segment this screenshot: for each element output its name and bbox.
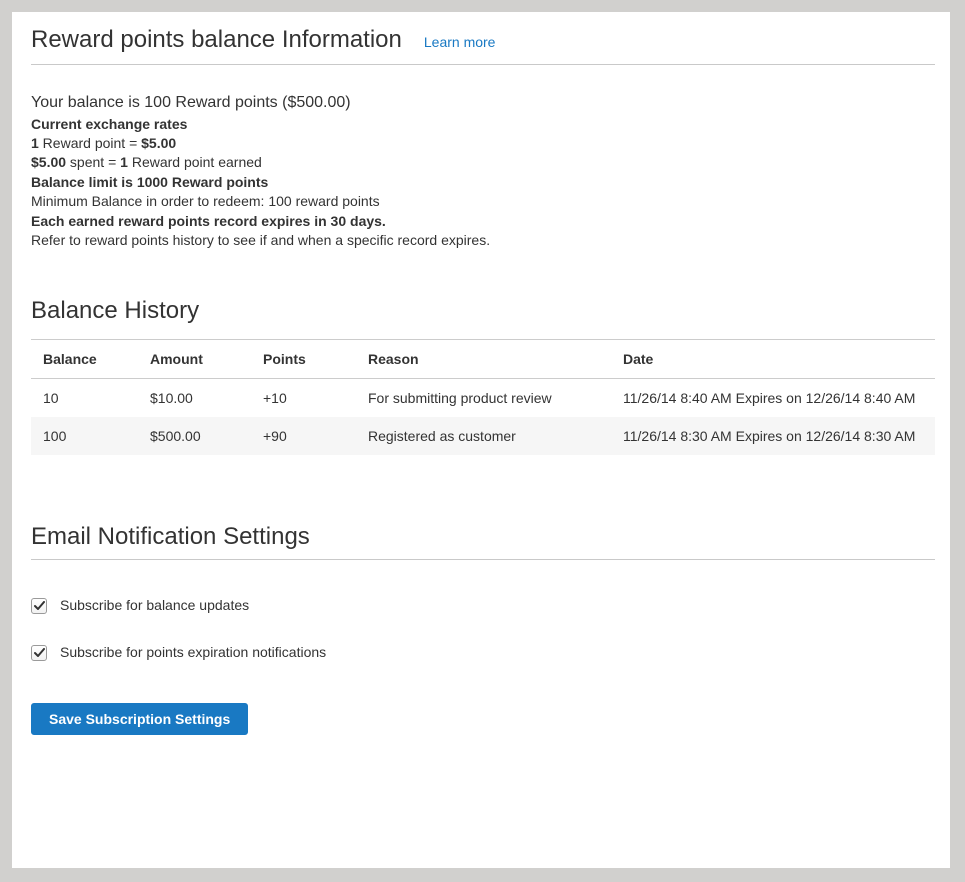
balance-limit-text: Balance limit is 1000 Reward points (31, 172, 935, 192)
column-header-reason: Reason (368, 340, 623, 379)
subscribe-balance-option: Subscribe for balance updates (31, 597, 935, 614)
cell-reason: Registered as customer (368, 417, 623, 455)
cell-amount: $10.00 (150, 379, 263, 418)
exchange-rates-heading: Current exchange rates (31, 114, 935, 134)
panel-header: Reward points balance Information Learn … (31, 25, 935, 65)
expiration-rule-text: Each earned reward points record expires… (31, 211, 935, 231)
rate1-text: Reward point = (39, 135, 141, 151)
cell-points: +90 (263, 417, 368, 455)
exchange-rate-line-1: 1 Reward point = $5.00 (31, 134, 935, 153)
table-row: 10 $10.00 +10 For submitting product rev… (31, 379, 935, 418)
table-header-row: Balance Amount Points Reason Date (31, 340, 935, 379)
balance-history-heading: Balance History (31, 296, 935, 326)
subscribe-balance-label[interactable]: Subscribe for balance updates (60, 597, 249, 614)
rate1-points: 1 (31, 135, 39, 151)
cell-amount: $500.00 (150, 417, 263, 455)
column-header-points: Points (263, 340, 368, 379)
email-settings-heading: Email Notification Settings (31, 522, 935, 560)
rate2-points: 1 (120, 154, 128, 170)
balance-summary: Your balance is 100 Reward points ($500.… (31, 92, 935, 114)
balance-history-table: Balance Amount Points Reason Date 10 $10… (31, 339, 935, 455)
subscribe-expiration-checkbox[interactable] (31, 645, 47, 661)
column-header-balance: Balance (31, 340, 150, 379)
cell-balance: 10 (31, 379, 150, 418)
subscribe-balance-checkbox[interactable] (31, 598, 47, 614)
column-header-amount: Amount (150, 340, 263, 379)
checkmark-icon (34, 648, 45, 658)
page-background: Reward points balance Information Learn … (0, 0, 965, 882)
save-subscription-settings-button[interactable]: Save Subscription Settings (31, 703, 248, 735)
column-header-date: Date (623, 340, 935, 379)
cell-balance: 100 (31, 417, 150, 455)
rate2-text: spent = (66, 154, 120, 170)
cell-date: 11/26/14 8:40 AM Expires on 12/26/14 8:4… (623, 379, 935, 418)
learn-more-link[interactable]: Learn more (424, 34, 496, 50)
rate1-value: $5.00 (141, 135, 176, 151)
subscribe-expiration-option: Subscribe for points expiration notifica… (31, 644, 935, 661)
cell-points: +10 (263, 379, 368, 418)
page-title: Reward points balance Information (31, 25, 402, 55)
exchange-rate-line-2: $5.00 spent = 1 Reward point earned (31, 153, 935, 172)
rate2-value: $5.00 (31, 154, 66, 170)
cell-reason: For submitting product review (368, 379, 623, 418)
reward-points-panel: Reward points balance Information Learn … (12, 12, 950, 868)
rate2-text-2: Reward point earned (128, 154, 262, 170)
minimum-balance-text: Minimum Balance in order to redeem: 100 … (31, 192, 935, 211)
cell-date: 11/26/14 8:30 AM Expires on 12/26/14 8:3… (623, 417, 935, 455)
checkmark-icon (34, 601, 45, 611)
expiration-note-text: Refer to reward points history to see if… (31, 231, 935, 250)
subscribe-expiration-label[interactable]: Subscribe for points expiration notifica… (60, 644, 326, 661)
table-row: 100 $500.00 +90 Registered as customer 1… (31, 417, 935, 455)
